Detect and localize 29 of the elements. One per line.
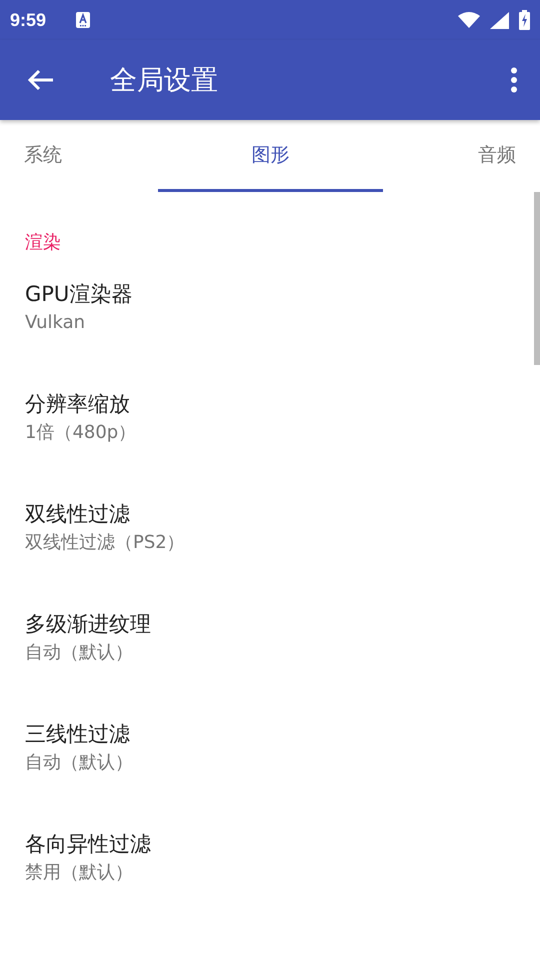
setting-item[interactable]: 三线性过滤 自动（默认） [0,704,534,814]
setting-item[interactable]: 多级渐进纹理 自动（默认） [0,594,534,704]
keyboard-notification-icon [76,12,90,28]
back-arrow-icon [28,69,54,91]
setting-value: 自动（默认） [25,641,134,665]
setting-item[interactable]: 双线性过滤 双线性过滤（PS2） [0,484,534,594]
signal-icon [490,12,509,28]
setting-value: 双线性过滤（PS2） [25,531,186,555]
setting-title: 分辨率缩放 [25,391,131,418]
more-vertical-icon [510,67,518,93]
setting-value: Vulkan [25,311,86,335]
screen-title: 全局设置 [110,64,218,98]
setting-item[interactable]: GPU渲染器 Vulkan [0,264,534,374]
setting-item[interactable]: 各向异性过滤 禁用（默认） [0,814,534,924]
section-header: 渲染 [24,231,62,254]
setting-value: 1倍（480p） [25,421,138,445]
setting-title: 各向异性过滤 [25,831,152,858]
setting-value: 自动（默认） [25,751,134,775]
tab[interactable]: 音频 [383,120,540,192]
tab[interactable]: 系统 [0,120,158,192]
setting-title: 三线性过滤 [25,721,131,748]
wifi-icon [458,12,480,28]
setting-value: 禁用（默认） [25,861,134,885]
clock: 9:59 [10,10,46,30]
setting-title: 多级渐进纹理 [25,611,152,638]
setting-title: 双线性过滤 [25,501,131,528]
setting-title: GPU渲染器 [25,281,134,308]
setting-item[interactable]: 分辨率缩放 1倍（480p） [0,374,534,484]
battery-icon [519,10,530,30]
